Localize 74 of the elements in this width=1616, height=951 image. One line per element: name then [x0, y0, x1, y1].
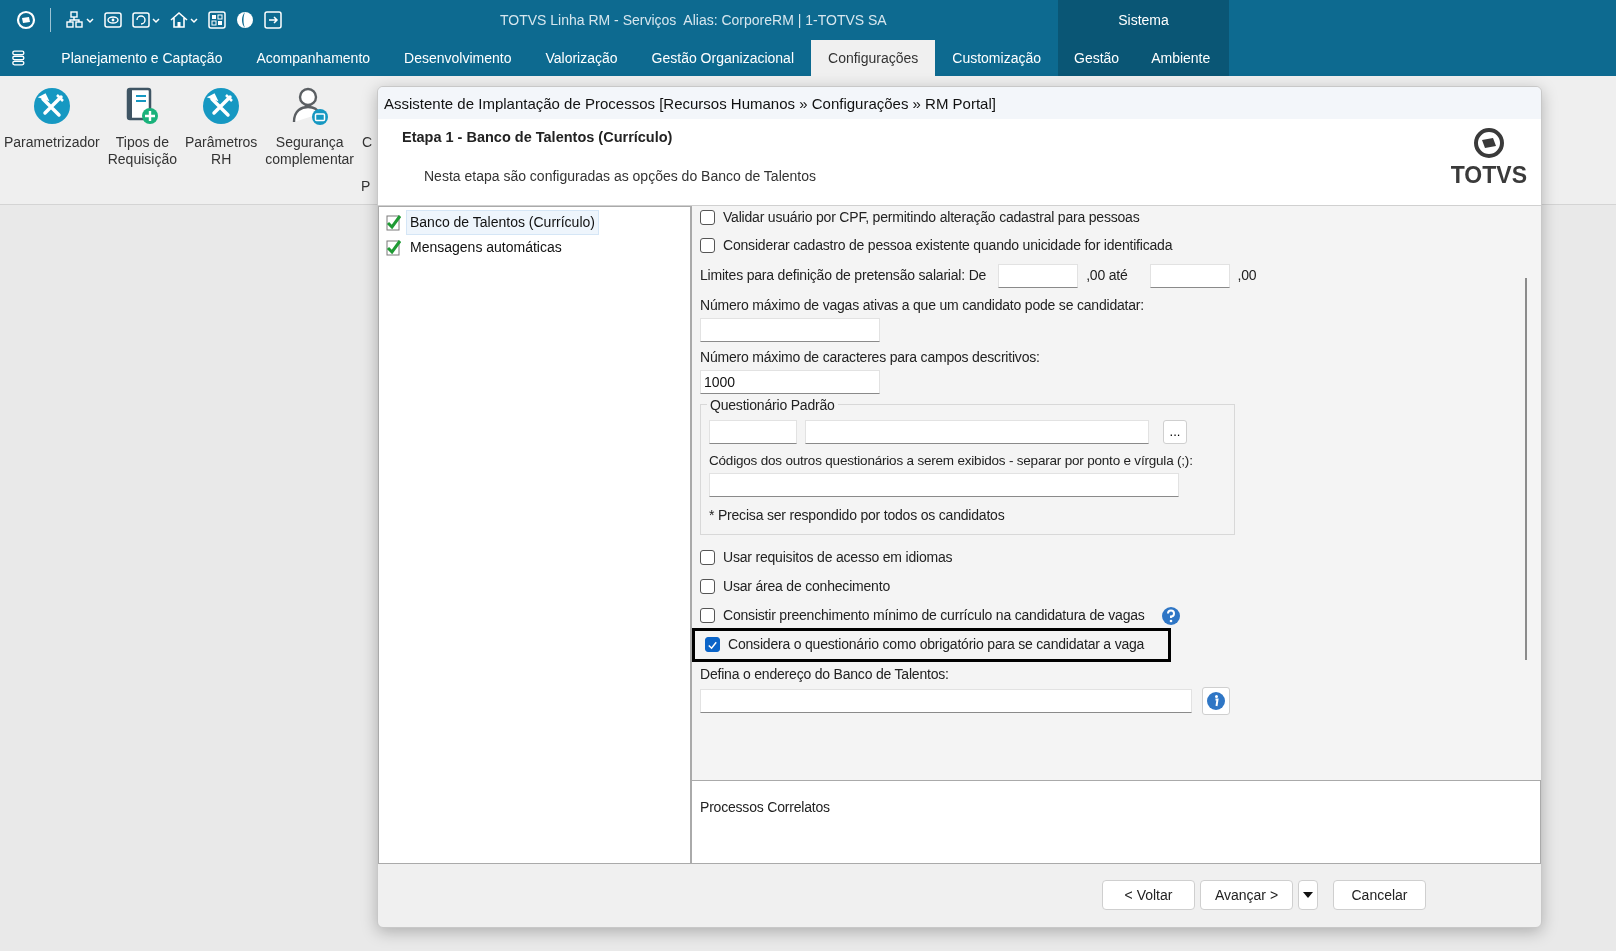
menu-tab[interactable]: Valorização: [528, 40, 635, 76]
eye-icon[interactable]: [103, 10, 123, 30]
input-field[interactable]: [998, 263, 1079, 288]
info-button[interactable]: [1202, 686, 1230, 715]
logo-text: TOTVS: [1450, 163, 1527, 187]
input-field[interactable]: [709, 472, 1179, 497]
field-label: ,00: [1237, 266, 1257, 286]
group-label: P: [361, 178, 371, 195]
step-description: Nesta etapa são configuradas as opções do Banco de Talentos: [424, 166, 816, 186]
network-icon[interactable]: [65, 10, 95, 30]
menu-tab[interactable]: Acompanhamento: [239, 40, 388, 76]
input-field[interactable]: [709, 419, 797, 444]
tree-item[interactable]: Banco de Talentos (Currículo): [406, 209, 599, 235]
tools-icon[interactable]: [201, 86, 242, 126]
checkbox[interactable]: [700, 579, 715, 595]
home-icon[interactable]: [169, 10, 199, 30]
input-field[interactable]: [805, 419, 1149, 444]
checkbox[interactable]: [700, 608, 715, 624]
ribbon-label[interactable]: Parâmetros RH: [184, 134, 258, 168]
caret-icon[interactable]: [1303, 892, 1313, 899]
help-icon[interactable]: [1160, 605, 1181, 626]
ribbon-label[interactable]: Tipos de Requisição: [107, 134, 177, 168]
section-title: Processos Correlatos: [700, 798, 830, 815]
step-title: Etapa 1 - Banco de Talentos (Currículo): [402, 127, 673, 147]
globe-icon[interactable]: [235, 10, 255, 30]
logo-icon: [1472, 126, 1505, 159]
scrollbar[interactable]: [1525, 277, 1527, 660]
ribbon-label[interactable]: C: [362, 134, 373, 151]
system-label: Sistema: [1118, 10, 1169, 30]
ribbon-label[interactable]: Parametrizador: [4, 134, 100, 151]
menu-tab[interactable]: Ambiente: [1135, 40, 1227, 76]
checkbox-label[interactable]: Considerar cadastro de pessoa existente quando unicidade for identificada: [723, 235, 1173, 257]
wizard-button[interactable]: < Voltar: [1102, 880, 1195, 911]
checkbox-label[interactable]: Considera o questionário como obrigatório para se candidatar a vaga: [728, 634, 1145, 656]
grid-icon[interactable]: [207, 10, 227, 30]
menu-tab[interactable]: Gestão: [1058, 40, 1136, 76]
checkbox-label[interactable]: Usar requisitos de acesso em idiomas: [723, 547, 953, 569]
ribbon-label[interactable]: Segurança complementar: [265, 134, 355, 168]
refresh-icon[interactable]: [131, 10, 161, 30]
wizard-button[interactable]: Cancelar: [1333, 880, 1426, 911]
input-field[interactable]: 1000: [700, 369, 880, 394]
checked-page-icon: [385, 213, 402, 231]
tools-icon[interactable]: [31, 86, 72, 126]
window-title: TOTVS Linha RM - Serviços Alias: CorporeRM | 1-TOTVS SA: [500, 10, 887, 30]
menu-tab[interactable]: Desenvolvimento: [387, 40, 529, 76]
logo-icon[interactable]: [16, 10, 36, 30]
dialog-title: Assistente de Implantação de Processos [Recursos Humanos » Configurações » RM Portal]: [378, 87, 1541, 119]
checked-page-icon: [385, 238, 402, 256]
input-field[interactable]: [1149, 263, 1230, 288]
field-label: Códigos dos outros questionários a serem exibidos - separar por ponto e vírgula (;):: [709, 451, 1194, 470]
checkbox-label[interactable]: Consistir preenchimento mínimo de currículo na candidatura de vagas: [723, 605, 1145, 627]
exit-icon[interactable]: [263, 10, 283, 30]
checkbox[interactable]: [705, 637, 720, 653]
checkbox-label[interactable]: Usar área de conhecimento: [723, 576, 890, 598]
dropdown-button[interactable]: [1298, 880, 1318, 911]
checkbox[interactable]: [700, 210, 715, 226]
input-field[interactable]: [700, 688, 1192, 713]
checkbox[interactable]: [700, 550, 715, 566]
menu-tab[interactable]: Customização: [935, 40, 1058, 76]
input-field[interactable]: [700, 317, 880, 342]
menu-tab[interactable]: Gestão Organizacional: [634, 40, 811, 76]
wizard-button[interactable]: Avançar >: [1200, 880, 1293, 911]
menu-tab[interactable]: Planejamento e Captação: [44, 40, 240, 76]
note-text: * Precisa ser respondido por todos os candidatos: [709, 505, 1006, 525]
lookup-button[interactable]: ...: [1163, 419, 1187, 444]
field-label: Número máximo de caracteres para campos descritivos:: [700, 347, 1040, 367]
checkbox[interactable]: [700, 238, 715, 254]
checkbox-label[interactable]: Validar usuário por CPF, permitindo alteração cadastral para pessoas: [723, 207, 1140, 229]
tree-item[interactable]: Mensagens automáticas: [406, 234, 566, 260]
field-label: Defina o endereço do Banco de Talentos:: [700, 664, 949, 684]
menu-tab[interactable]: Configurações: [811, 40, 936, 76]
field-label: Número máximo de vagas ativas a que um candidato pode se candidatar:: [700, 295, 1144, 315]
field-label: Limites para definição de pretensão salarial: De: [700, 266, 987, 286]
field-label: ,00 até: [1086, 266, 1128, 286]
